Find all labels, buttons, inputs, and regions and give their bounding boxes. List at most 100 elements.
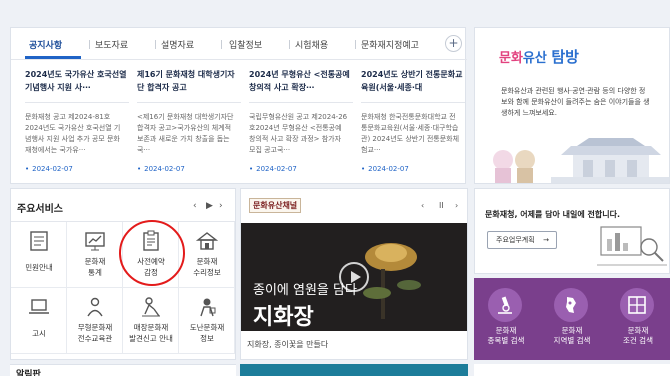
prev-arrow-icon[interactable]: ‹ (421, 201, 424, 210)
news-title[interactable]: 2024년도 상반기 전통문화교육원(서울·세종·대 (361, 68, 463, 94)
service-burial-report[interactable]: 매장문화재 발견신고 안내 (123, 288, 179, 354)
bulletin-panel: 알림판 (10, 364, 236, 376)
thief-icon (200, 298, 216, 317)
more-button[interactable]: + (445, 35, 462, 52)
news-date: 2024-02-07 (361, 165, 409, 173)
divider (137, 102, 241, 103)
next-arrow-icon[interactable]: › (219, 201, 223, 211)
tab-bidding[interactable]: 입찰정보 (229, 38, 262, 51)
active-tab-indicator (25, 56, 81, 59)
work-plan-button[interactable]: 주요업무계획 → (487, 231, 557, 249)
house-icon (196, 232, 218, 250)
service-label: 도난문화재 정보 (189, 323, 225, 343)
tab-press[interactable]: 보도자료 (95, 38, 128, 51)
news-date: 2024-02-07 (25, 165, 73, 173)
search-by-condition[interactable]: 문화재 조건 검색 (606, 278, 670, 360)
service-label: 문화재 수리정보 (193, 257, 221, 277)
brand-part-2: 유산 (522, 51, 547, 66)
news-card[interactable]: 2024년도 국가유산 호국선열 기념행사 지원 사·‧‧ 문화재청 공고 제2… (25, 68, 131, 180)
search-label: 문화재 지역별 검색 (553, 326, 591, 345)
tab-designation[interactable]: 문화재지정예고 (361, 38, 419, 51)
news-title[interactable]: 2024년 무형유산 <전통공예 창의적 사고 확장‧‧‧ (249, 68, 351, 94)
microscope-icon (498, 296, 512, 314)
search-label: 문화재 종목별 검색 (487, 326, 525, 345)
video-overlay-title: 지화장 (253, 304, 314, 330)
next-arrow-icon[interactable]: › (455, 201, 458, 210)
main-services-panel: 주요서비스 ‹ ▶ › 민원안내 문화재 통계 사전예약 감정 문화재 수리정보… (10, 188, 236, 360)
heritage-search-panel: 문화재 종목별 검색 문화재 지역별 검색 문화재 조건 검색 (474, 278, 670, 360)
news-title[interactable]: 2024년도 국가유산 호국선열 기념행사 지원 사·‧‧ (25, 68, 127, 94)
heritage-channel-logo[interactable]: 문화유산채널 (249, 198, 302, 213)
service-statistics[interactable]: 문화재 통계 (67, 222, 123, 288)
news-card[interactable]: 2024년도 상반기 전통문화교육원(서울·세종·대 문화재청 한국전통문화대학… (361, 68, 467, 180)
news-date: 2024-02-07 (249, 165, 297, 173)
news-card[interactable]: 2024년 무형유산 <전통공예 창의적 사고 확장‧‧‧ 국립무형유산원 공고… (249, 68, 355, 180)
laptop-icon (29, 299, 49, 314)
bottom-right-panel (474, 364, 670, 376)
tab-separator (289, 40, 290, 49)
banner-strip[interactable] (240, 364, 468, 376)
icon-circle (488, 288, 522, 322)
grid-icon (628, 296, 646, 314)
search-by-region[interactable]: 문화재 지역별 검색 (540, 278, 604, 360)
work-plan-promo: 문화재청, 어제를 담아 내일에 전합니다. 주요업무계획 → (474, 188, 670, 274)
news-body: <제16기 문화재청 대학생기자단 합격자 공고>국가유산의 체계적 보존과 새… (137, 113, 234, 154)
chart-icon (85, 232, 105, 251)
arrow-right-icon: → (543, 236, 549, 244)
divider (361, 102, 465, 103)
news-panel: 공지사항 보도자료 설명자료 입찰정보 시험채용 문화재지정예고 + 2024년… (10, 27, 467, 184)
news-body: 문화재청 한국전통문화대학교 전통문화교육원(서울·세종·대구학습관) 2024… (361, 113, 460, 154)
news-tabs: 공지사항 보도자료 설명자료 입찰정보 시험채용 문화재지정예고 + (11, 28, 467, 60)
excavation-icon (142, 297, 160, 317)
analytics-illustration-icon (597, 226, 667, 266)
service-civil-affairs[interactable]: 민원안내 (11, 222, 67, 288)
palace-illustration-icon (493, 138, 669, 183)
news-title[interactable]: 제16기 문화재청 대학생기자단 합격자 공고 (137, 68, 239, 94)
tab-separator (221, 40, 222, 49)
tab-separator (355, 40, 356, 49)
service-stolen-info[interactable]: 도난문화재 정보 (179, 288, 235, 354)
video-caption[interactable]: 지화장, 종이꽃을 만들다 (247, 339, 328, 350)
service-education-center[interactable]: 무형문화재 전수교육관 (67, 288, 123, 354)
highlight-circle-annotation (119, 220, 185, 286)
service-label: 고시 (32, 329, 46, 338)
button-label: 주요업무계획 (496, 236, 535, 244)
pause-icon[interactable]: II (439, 201, 444, 210)
document-icon (30, 231, 48, 251)
brand-part-1: 문화 (499, 51, 523, 66)
service-label: 민원안내 (25, 263, 53, 272)
news-card[interactable]: 제16기 문화재청 대학생기자단 합격자 공고 <제16기 문화재청 대학생기자… (137, 68, 243, 180)
services-heading: 주요서비스 (17, 204, 63, 215)
video-overlay-subtitle: 종이에 염원을 담다 (253, 283, 357, 298)
map-icon (566, 297, 576, 313)
prev-arrow-icon[interactable]: ‹ (193, 201, 197, 211)
tab-separator (155, 40, 156, 49)
tab-recruitment[interactable]: 시험채용 (295, 38, 328, 51)
heritage-brand-logo: 문화유산 탐방 (499, 46, 579, 67)
service-label: 문화재 통계 (84, 257, 106, 277)
video-thumbnail[interactable]: 종이에 염원을 담다 지화장 (241, 223, 467, 331)
bulletin-heading: 알림판 (16, 370, 41, 376)
service-repair-info[interactable]: 문화재 수리정보 (179, 222, 235, 288)
service-label: 매장문화재 발견신고 안내 (129, 323, 173, 343)
icon-circle (554, 288, 588, 322)
person-icon (87, 297, 103, 317)
play-icon[interactable]: ▶ (206, 201, 213, 211)
tab-explanation[interactable]: 설명자료 (161, 38, 194, 51)
service-label: 무형문화재 전수교육관 (77, 323, 113, 343)
heritage-description: 문화유산과 관련된 행사·공연·관람 등의 다양한 정보와 함께 문화유산이 들… (501, 87, 650, 117)
divider (249, 102, 353, 103)
tab-separator (89, 40, 90, 49)
news-body: 문화재청 공고 제2024-81호 2024년도 국가유산 호국선열 기념행사 … (25, 113, 121, 154)
heritage-channel-video: 문화유산채널 ‹ II › 종이에 염원을 담다 지화장 지화장, 종이꽃을 만… (240, 188, 468, 360)
icon-circle (620, 288, 654, 322)
divider (25, 102, 129, 103)
news-date: 2024-02-07 (137, 165, 185, 173)
search-label: 문화재 조건 검색 (623, 326, 653, 345)
search-by-category[interactable]: 문화재 종목별 검색 (474, 278, 538, 360)
tab-notice[interactable]: 공지사항 (29, 38, 62, 51)
news-body: 국립무형유산원 공고 제2024-26호2024년 무형유산 <전통공예 창의적… (249, 113, 348, 154)
heritage-tour-banner[interactable]: 문화유산 탐방 문화유산과 관련된 행사·공연·관람 등의 다양한 정보와 함께… (474, 27, 670, 184)
service-notice[interactable]: 고시 (11, 288, 67, 354)
brand-part-3: 탐방 (551, 48, 579, 66)
